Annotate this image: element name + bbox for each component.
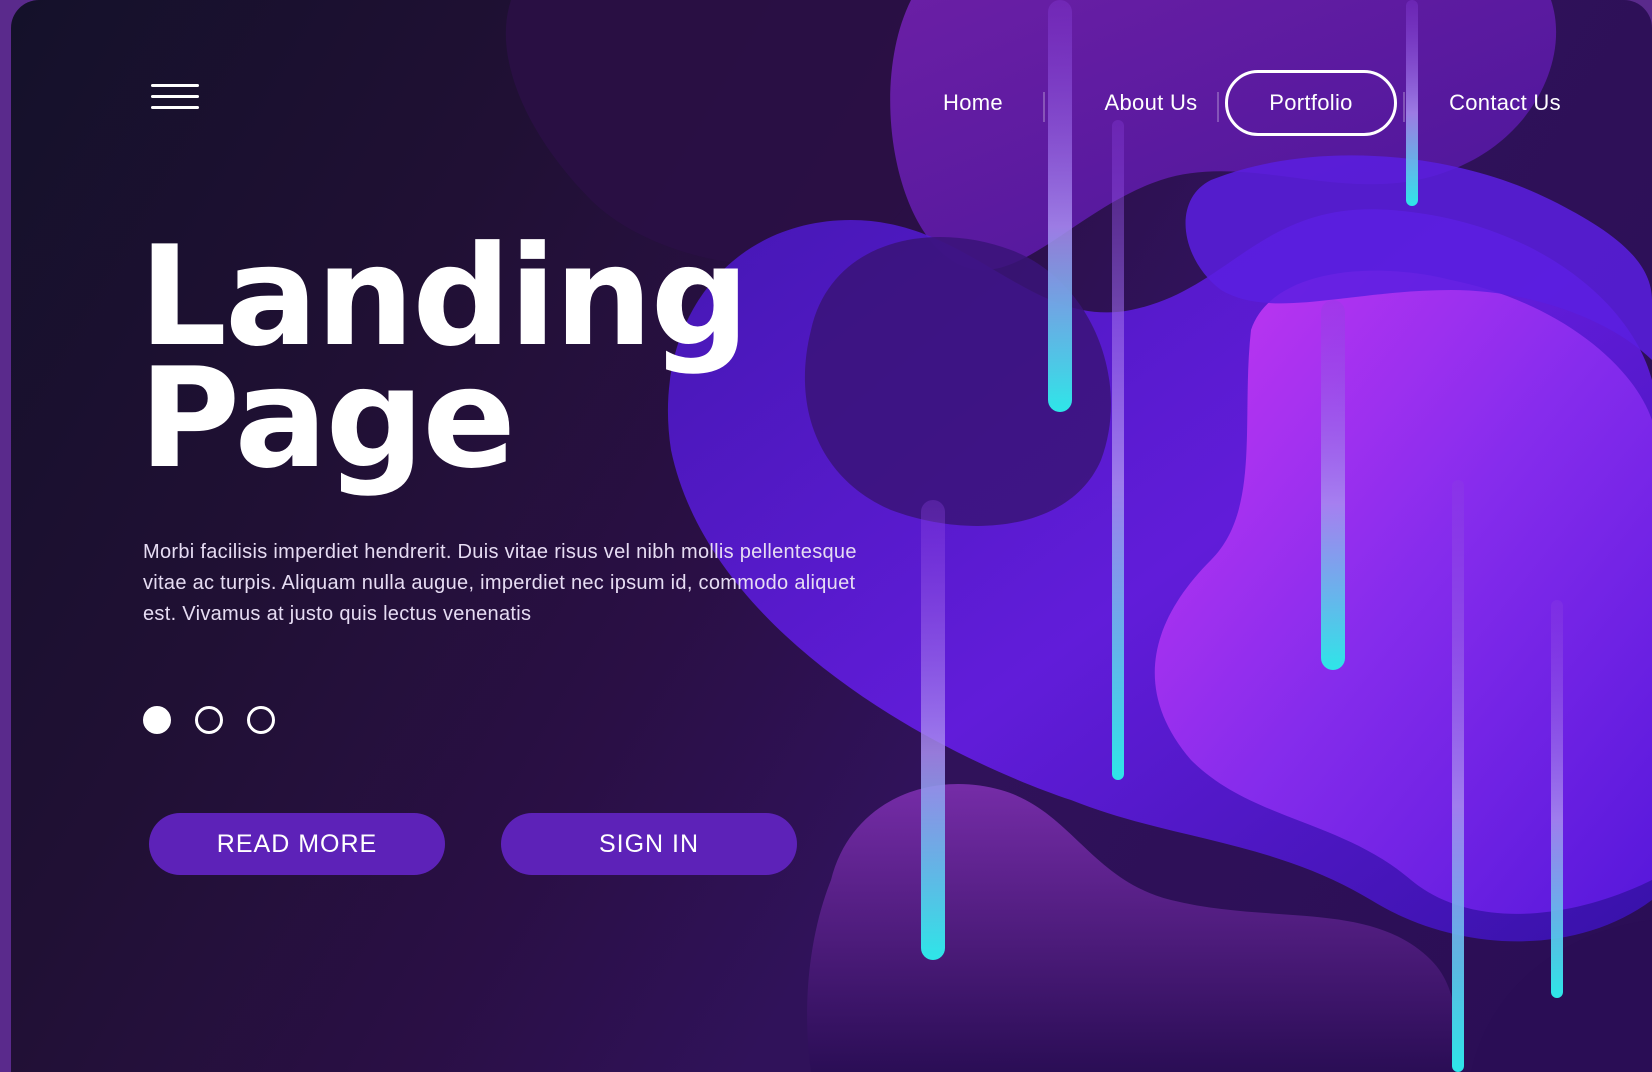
nav-divider: [1403, 92, 1405, 122]
read-more-button[interactable]: READ MORE: [149, 813, 445, 875]
nav-divider: [1043, 92, 1045, 122]
hero-title: Landing Page: [139, 228, 749, 488]
hero-description: Morbi facilisis imperdiet hendrerit. Dui…: [143, 541, 857, 625]
nav-home[interactable]: Home: [921, 70, 1025, 136]
carousel-dot-3[interactable]: [247, 706, 275, 734]
nav-divider: [1217, 92, 1219, 122]
carousel-dot-2[interactable]: [195, 706, 223, 734]
top-nav: Home About Us Portfolio Contact Us: [11, 70, 1652, 136]
nav-portfolio[interactable]: Portfolio: [1225, 70, 1397, 136]
nav-contact-us[interactable]: Contact Us: [1421, 70, 1589, 136]
landing-page: Home About Us Portfolio Contact Us Landi…: [11, 0, 1652, 1072]
background-blobs: [505, 0, 1652, 1072]
sign-in-button[interactable]: SIGN IN: [501, 813, 797, 875]
carousel-dot-1[interactable]: [143, 706, 171, 734]
nav-about-us[interactable]: About Us: [1081, 70, 1221, 136]
